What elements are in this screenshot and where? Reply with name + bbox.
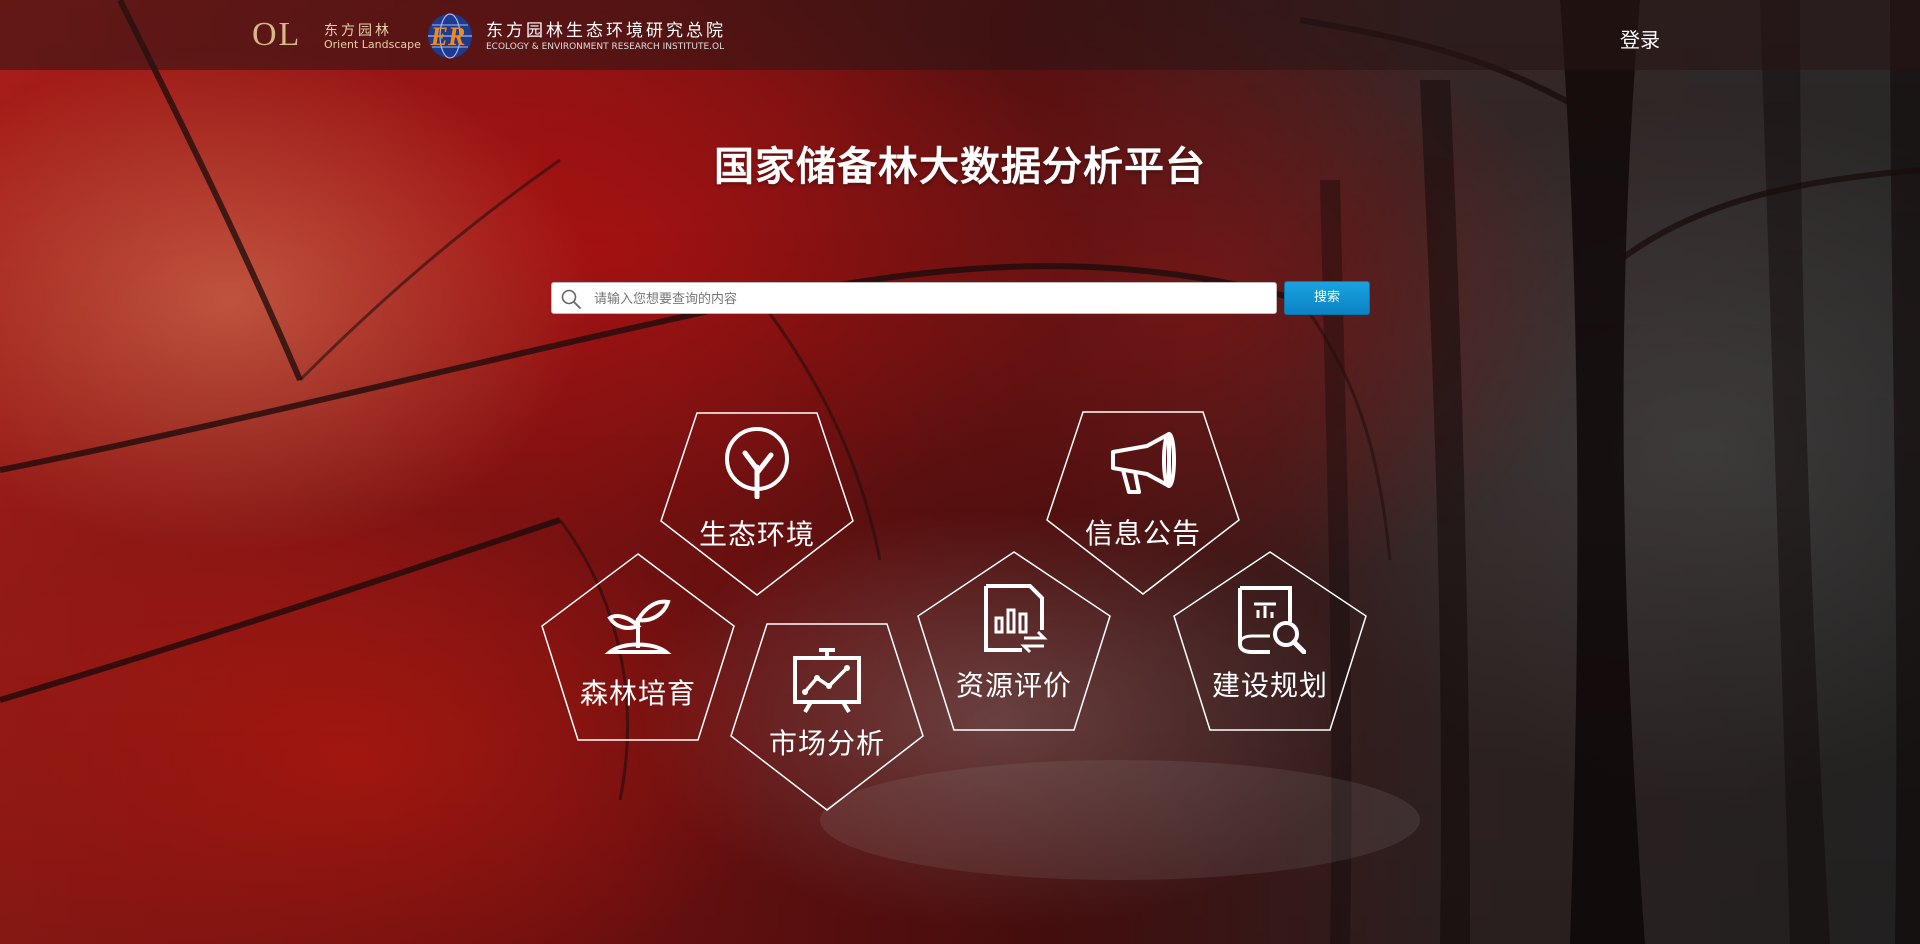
sprout-icon [604, 599, 672, 654]
globe-icon: ER [428, 13, 472, 59]
megaphone-icon [1111, 432, 1176, 494]
er-logo-name-cn: 东方园林生态环境研究总院 [486, 21, 726, 41]
tree-icon [725, 427, 789, 499]
page-title: 国家储备林大数据分析平台 [714, 144, 1206, 190]
tile-forest-cultivation[interactable]: 森林培育 [538, 550, 738, 750]
tile-label: 森林培育 [579, 677, 696, 710]
book-search-icon [1238, 586, 1306, 654]
ol-logo-mark: OL [252, 16, 302, 53]
tile-label: 信息公告 [1084, 517, 1201, 550]
search-icon [561, 289, 581, 309]
tile-market-analysis[interactable]: 市场分析 [727, 620, 927, 820]
top-header: OL 东方园林 Orient Landscape ER 东方园林生态环境研究总院… [0, 0, 1920, 70]
report-exchange-icon [984, 584, 1048, 654]
tile-label: 生态环境 [698, 518, 815, 551]
tile-label: 市场分析 [768, 727, 885, 760]
tile-label: 资源评价 [955, 669, 1072, 702]
er-logo-mark: ER [430, 22, 466, 51]
login-link[interactable]: 登录 [1620, 24, 1660, 53]
search-input[interactable] [592, 283, 1266, 315]
ol-logo-name-cn: 东方园林 [324, 23, 392, 39]
er-logo-name-en: ECOLOGY & ENVIRONMENT RESEARCH INSTITUTE… [486, 42, 725, 52]
chart-board-icon [793, 648, 861, 714]
search-bar [551, 282, 1277, 315]
tile-construction-planning[interactable]: 建设规划 [1170, 548, 1370, 748]
search-button[interactable]: 搜索 [1284, 281, 1370, 315]
tile-label: 建设规划 [1211, 669, 1328, 702]
ol-logo-name-en: Orient Landscape [324, 38, 421, 51]
tile-resource-evaluation[interactable]: 资源评价 [914, 548, 1114, 748]
